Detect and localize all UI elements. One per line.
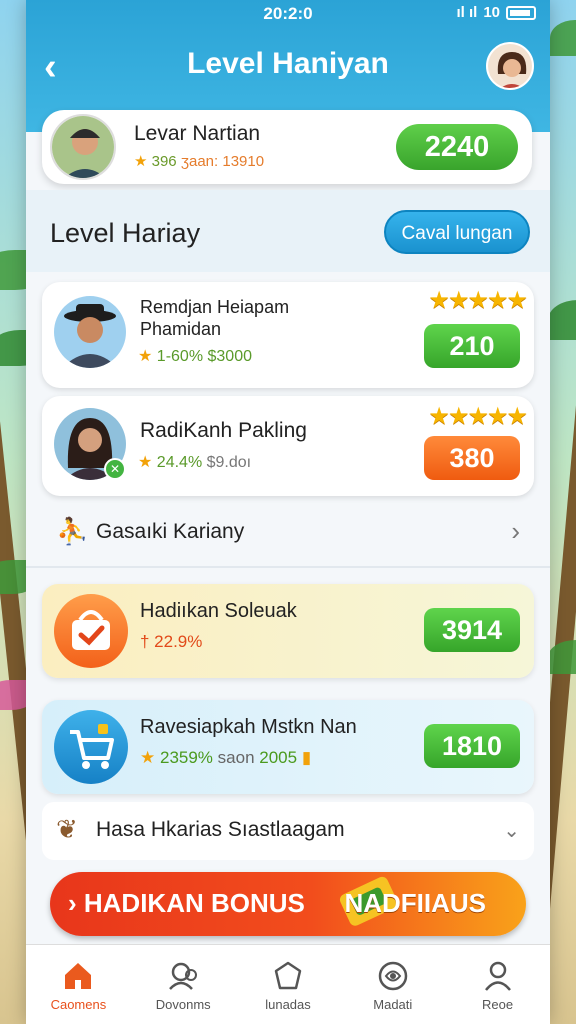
tab-badge[interactable]: Madati [340, 945, 445, 1024]
entry-avatar [54, 296, 126, 368]
entry-name-line2: Phamidan [140, 319, 222, 339]
bonus-banner[interactable]: › HADIKAN BONUS NADFIIAUS [50, 872, 526, 936]
tab-shield[interactable]: lunadas [236, 945, 341, 1024]
signal-icon: ıl ıl [456, 4, 478, 21]
star-icon: ★ [140, 748, 156, 767]
promo-value-button[interactable]: 3914 [424, 608, 520, 652]
promo-title: Hadiıkan Soleuak [140, 600, 297, 622]
star-icon: ★ [138, 348, 153, 365]
bonus-left-label: › HADIKAN BONUS [68, 888, 305, 918]
entry-value-button[interactable]: 380 [424, 436, 520, 480]
profile-points-badge[interactable]: 2240 [396, 124, 518, 170]
promo-card[interactable]: Hadiıkan Soleuak † 22.9% 3914 [42, 584, 534, 678]
tab-home[interactable]: Caomens [26, 945, 131, 1024]
entry-percent: 1-60% [156, 348, 204, 365]
section-title: Level Hariay [50, 218, 201, 248]
collapsible-row[interactable]: ❦ Hasa Hkarias Sıastlaagam ⌄ [42, 802, 534, 860]
tab-label: Madati [373, 997, 413, 1012]
entry-value-button[interactable]: 210 [424, 324, 520, 368]
promo-title: Ravesiapkah Mstkn Nan [140, 716, 357, 738]
promo-card[interactable]: Ravesiapkah Mstkn Nan ★ 2359% saon 2005 … [42, 700, 534, 794]
row-label: Hasa Hkarias Sıastlaagam [96, 818, 345, 841]
profile-stats: ★ 396 ʒaan: 13910 [134, 152, 264, 170]
leaf-icon: ❦ [56, 814, 78, 844]
star-icon: ★ [134, 153, 148, 170]
list-item[interactable]: Remdjan Heiapam Phamidan ★ 1-60% $3000 ★… [42, 282, 534, 388]
entry-percent: 24.4% [156, 454, 203, 471]
section-action-button[interactable]: Caval lungan [384, 210, 530, 254]
bottom-tab-bar: Caomens Dovonms lunadas Madati Reoe [26, 944, 550, 1024]
promo-stat: † 22.9% [140, 632, 203, 651]
profile-icon [484, 961, 511, 991]
profile-stat-label: ʒaan: 13910 [180, 153, 265, 170]
entry-amount: $3000 [207, 348, 253, 365]
entry-name: RadiKanh Pakling [140, 419, 307, 442]
gift-basket-icon [54, 594, 128, 668]
promo-label: saon [217, 748, 255, 767]
bonus-right-label: NADFIIAUS [344, 888, 486, 918]
status-icons: ıl ıl 10 [456, 4, 536, 21]
profile-avatar [50, 114, 116, 180]
phone-screen: 20:2:0 ıl ıl 10 ‹ Level Haniyan Levar Na… [26, 0, 550, 1024]
promo-amount: 2005 [259, 748, 298, 767]
users-icon [169, 962, 198, 990]
divider [26, 566, 550, 568]
profile-score: 396 [151, 153, 177, 170]
battery-icon [506, 5, 536, 20]
entry-name: Remdjan Heiapam Phamidan [140, 296, 289, 340]
entry-amount: $9.doı [206, 454, 252, 471]
entry-stats: ★ 24.4% $9.doı [138, 452, 251, 472]
gasaiki-row[interactable]: ⛹ Gasaıki Kariany › [42, 504, 534, 562]
tab-label: Caomens [50, 997, 107, 1012]
badge-icon [378, 961, 408, 991]
user-avatar[interactable] [486, 42, 534, 90]
chevron-down-icon: ⌄ [503, 820, 520, 842]
promo-percent: 2359% [159, 748, 213, 767]
coin-icon: ▮ [301, 748, 312, 767]
tab-label: lunadas [265, 997, 311, 1012]
shield-icon [274, 961, 302, 990]
promo-value-button[interactable]: 1810 [424, 724, 520, 768]
page-title: Level Haniyan [187, 47, 389, 80]
promo-stats: ★ 2359% saon 2005 ▮ [140, 748, 311, 768]
tab-profile[interactable]: Reoe [445, 945, 550, 1024]
tab-users[interactable]: Dovonms [131, 945, 236, 1024]
profile-card[interactable]: Levar Nartian ★ 396 ʒaan: 13910 2240 [42, 110, 532, 184]
rating-stars: ★★★★★ [428, 403, 528, 430]
network-label: 10 [483, 4, 500, 21]
entry-name-line1: Remdjan Heiapam [140, 297, 290, 317]
rating-stars: ★★★★★ [428, 287, 528, 314]
profile-name: Levar Nartian [134, 122, 261, 145]
shopping-cart-icon [54, 710, 128, 784]
verified-icon: ✕ [104, 458, 126, 480]
row-label: Gasaıki Kariany [96, 520, 245, 543]
entry-stats: ★ 1-60% $3000 [138, 346, 252, 366]
star-icon: ★ [138, 454, 153, 471]
tab-label: Reoe [482, 997, 514, 1012]
chevron-right-icon: › [511, 516, 520, 546]
list-item[interactable]: ✕ RadiKanh Pakling ★ 24.4% $9.doı ★★★★★ … [42, 396, 534, 496]
person-icon: ⛹ [56, 516, 89, 546]
section-header: Level Hariay Caval lungan [26, 190, 550, 272]
home-icon [65, 963, 92, 989]
tab-label: Dovonms [155, 997, 211, 1012]
